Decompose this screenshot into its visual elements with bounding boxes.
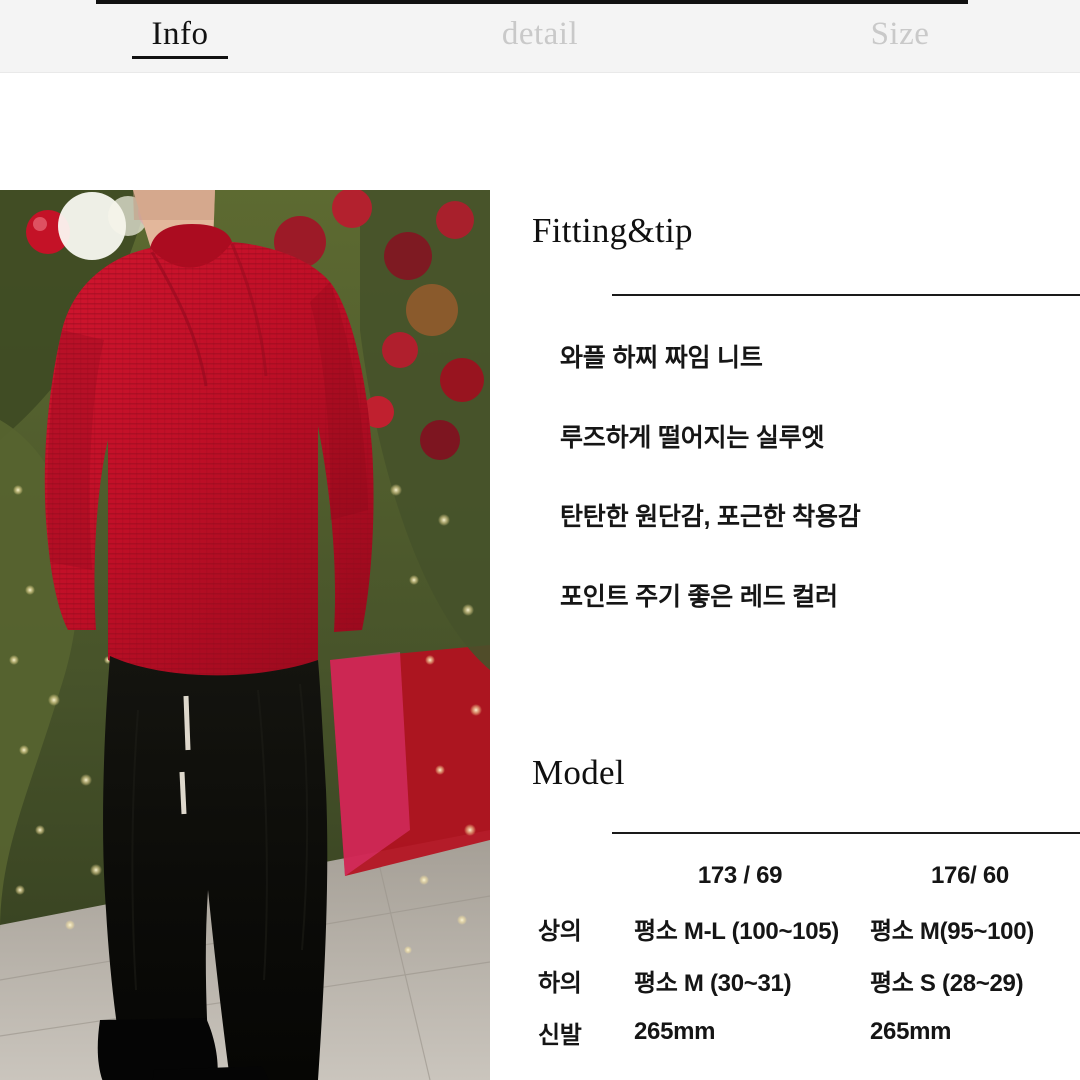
table-row: 173 / 69 176/ 60 <box>528 850 1080 902</box>
tab-size[interactable]: Size <box>720 0 1080 73</box>
tab-info[interactable]: Info <box>0 0 360 73</box>
table-row: 하의 평소 M (30~31) 평소 S (28~29) <box>528 954 1080 1006</box>
table-row: 상의 평소 M-L (100~105) 평소 M(95~100) <box>528 902 1080 954</box>
tab-detail[interactable]: detail <box>360 0 720 73</box>
tab-info-label: Info <box>151 16 209 52</box>
product-photo-illustration <box>0 190 490 1080</box>
row-label-bottom: 하의 <box>538 969 582 997</box>
fitting-tip-bullet: 와플 하찌 짜임 니트 <box>560 344 763 372</box>
tab-detail-label: detail <box>501 16 579 52</box>
row-value-a-shoes: 265mm <box>634 1018 716 1045</box>
row-value-b-top: 평소 M(95~100) <box>870 917 1034 945</box>
model-header-label <box>528 850 620 902</box>
model-heading: Model <box>532 753 625 792</box>
fitting-tip-heading: Fitting&tip <box>532 211 693 250</box>
info-content: Fitting&tip 와플 하찌 짜임 니트 루즈하게 떨어지는 실루엣 탄탄… <box>528 190 1080 1080</box>
fitting-tip-divider <box>612 294 1080 296</box>
row-value-a-top: 평소 M-L (100~105) <box>634 917 839 945</box>
row-value-a-bottom: 평소 M (30~31) <box>634 969 792 997</box>
fitting-tip-bullet: 탄탄한 원단감, 포근한 착용감 <box>560 503 861 531</box>
row-value-b-shoes: 265mm <box>870 1018 952 1045</box>
tab-list: Info detail Size <box>0 0 1080 73</box>
model-b-stats: 176/ 60 <box>931 862 1009 889</box>
fitting-tip-bullet-list: 와플 하찌 짜임 니트 루즈하게 떨어지는 실루엣 탄탄한 원단감, 포근한 착… <box>560 344 1070 611</box>
model-a-stats: 173 / 69 <box>697 862 783 889</box>
model-divider <box>612 832 1080 834</box>
row-value-b-bottom: 평소 S (28~29) <box>870 969 1024 997</box>
product-info-page: Info detail Size Fitting&tip 와플 하찌 짜임 니트… <box>0 0 1080 1080</box>
tab-size-label: Size <box>870 16 930 52</box>
row-label-shoes: 신발 <box>538 1021 582 1049</box>
fitting-tip-bullet: 포인트 주기 좋은 레드 컬러 <box>560 582 838 611</box>
model-measurements-table: 173 / 69 176/ 60 상의 평소 M-L (100~105) 평소 … <box>528 850 1080 1058</box>
tab-bar: Info detail Size <box>0 0 1080 73</box>
tab-active-indicator <box>132 56 228 59</box>
product-photo[interactable] <box>0 190 490 1080</box>
fitting-tip-bullet: 루즈하게 떨어지는 실루엣 <box>560 423 825 452</box>
table-row: 신발 265mm 265mm <box>528 1006 1080 1058</box>
row-label-top: 상의 <box>538 917 582 945</box>
